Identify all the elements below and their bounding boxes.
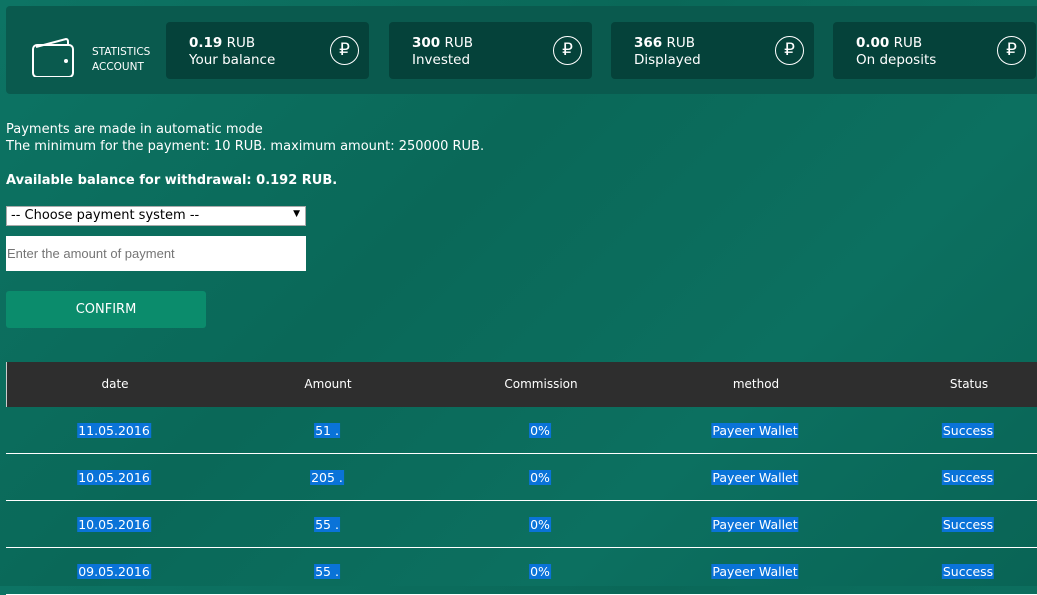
wallet-icon bbox=[32, 37, 74, 77]
statistics-label: STATISTICS ACCOUNT bbox=[92, 45, 150, 75]
cell-amount: 55 . bbox=[314, 517, 340, 532]
stat-value: 300 RUB bbox=[412, 35, 474, 51]
payment-system-select[interactable]: -- Choose payment system -- ▼ bbox=[6, 206, 306, 226]
column-header-amount[interactable]: Amount bbox=[304, 377, 351, 391]
stat-label: On deposits bbox=[856, 52, 937, 68]
cell-commission: 0% bbox=[529, 470, 551, 485]
available-balance: Available balance for withdrawal: 0.192 … bbox=[6, 173, 338, 188]
payment-info: Payments are made in automatic mode The … bbox=[6, 121, 484, 155]
cell-date: 09.05.2016 bbox=[77, 564, 151, 579]
stat-value: 366 RUB bbox=[634, 35, 696, 51]
table-header: date Amount Commission method Status bbox=[6, 362, 1037, 407]
cell-status: Success bbox=[941, 470, 995, 485]
select-value: -- Choose payment system -- bbox=[11, 208, 200, 223]
cell-status: Success bbox=[941, 564, 995, 579]
stat-card-invested: 300 RUB Invested ₽ bbox=[389, 22, 592, 79]
cell-method: Payeer Wallet bbox=[711, 564, 799, 579]
column-header-date[interactable]: date bbox=[101, 377, 128, 391]
confirm-button[interactable]: CONFIRM bbox=[6, 291, 206, 328]
ruble-icon: ₽ bbox=[775, 36, 804, 65]
cell-date: 11.05.2016 bbox=[77, 423, 151, 438]
stat-card-displayed: 366 RUB Displayed ₽ bbox=[611, 22, 814, 79]
stat-label: Invested bbox=[412, 52, 471, 68]
info-limits: The minimum for the payment: 10 RUB. max… bbox=[6, 139, 485, 154]
column-header-commission[interactable]: Commission bbox=[504, 377, 577, 391]
table-row: 10.05.2016 55 . 0% Payeer Wallet Success bbox=[6, 501, 1037, 548]
table-row: 09.05.2016 55 . 0% Payeer Wallet Success bbox=[6, 548, 1037, 595]
statistics-label-line1: STATISTICS bbox=[92, 46, 151, 58]
column-header-method[interactable]: method bbox=[733, 377, 779, 391]
ruble-icon: ₽ bbox=[997, 36, 1026, 65]
ruble-icon: ₽ bbox=[553, 36, 582, 65]
cell-amount: 55 . bbox=[314, 564, 340, 579]
stat-card-your-balance: 0.19 RUB Your balance ₽ bbox=[166, 22, 369, 79]
table-row: 10.05.2016 205 . 0% Payeer Wallet Success bbox=[6, 454, 1037, 501]
dropdown-arrow-icon: ▼ bbox=[293, 209, 300, 219]
cell-commission: 0% bbox=[529, 517, 551, 532]
cell-status: Success bbox=[941, 517, 995, 532]
cell-commission: 0% bbox=[529, 564, 551, 579]
cell-method: Payeer Wallet bbox=[711, 423, 799, 438]
ruble-icon: ₽ bbox=[330, 36, 359, 65]
cell-amount: 51 . bbox=[314, 423, 340, 438]
stat-label: Your balance bbox=[189, 52, 276, 68]
amount-input[interactable] bbox=[6, 236, 306, 271]
cell-date: 10.05.2016 bbox=[77, 517, 151, 532]
cell-amount: 205 . bbox=[310, 470, 344, 485]
info-mode: Payments are made in automatic mode bbox=[6, 122, 263, 137]
stat-value: 0.19 RUB bbox=[189, 35, 256, 51]
column-header-status[interactable]: Status bbox=[950, 377, 988, 391]
cell-commission: 0% bbox=[529, 423, 551, 438]
statistics-label-line2: ACCOUNT bbox=[92, 61, 144, 73]
stat-value: 0.00 RUB bbox=[856, 35, 923, 51]
cell-method: Payeer Wallet bbox=[711, 517, 799, 532]
cell-method: Payeer Wallet bbox=[711, 470, 799, 485]
cell-date: 10.05.2016 bbox=[77, 470, 151, 485]
stat-card-on-deposits: 0.00 RUB On deposits ₽ bbox=[833, 22, 1036, 79]
table-row: 11.05.2016 51 . 0% Payeer Wallet Success bbox=[6, 407, 1037, 454]
cell-status: Success bbox=[941, 423, 995, 438]
stat-label: Displayed bbox=[634, 52, 701, 68]
